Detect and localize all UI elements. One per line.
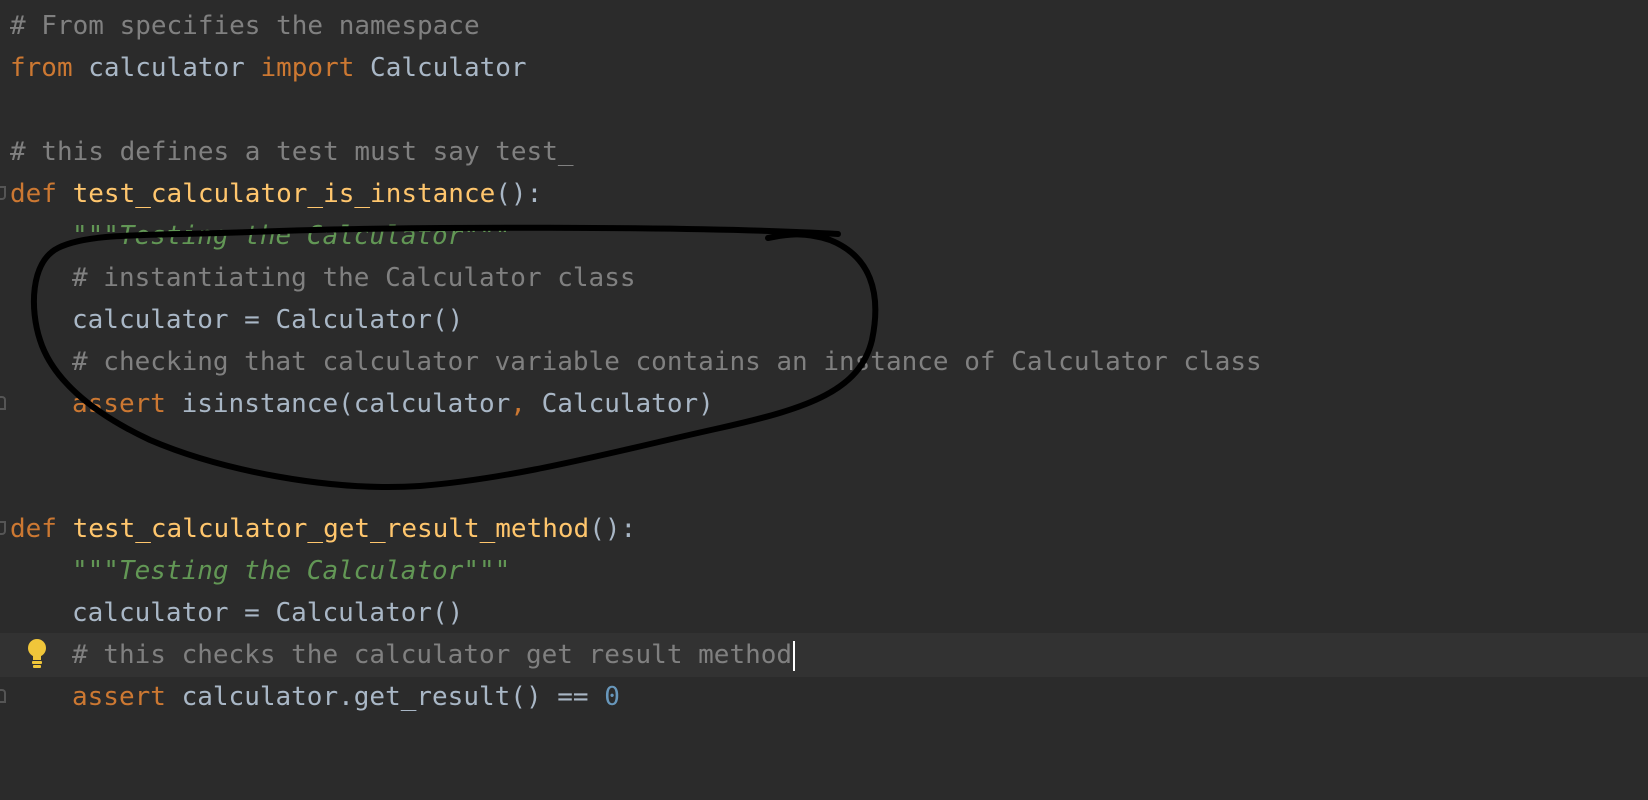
comment: # this checks the calculator get result … bbox=[72, 640, 793, 670]
comment: # From specifies the namespace bbox=[10, 11, 480, 41]
code-line-7[interactable]: # instantiating the Calculator class bbox=[0, 256, 1648, 300]
function-signature-tail: (): bbox=[495, 179, 543, 209]
code-line-4[interactable]: # this defines a test must say test_ bbox=[0, 130, 1648, 174]
docstring: """Testing the Calculator""" bbox=[72, 556, 511, 586]
code-line-14[interactable]: """Testing the Calculator""" bbox=[0, 549, 1648, 593]
code-line-9[interactable]: # checking that calculator variable cont… bbox=[0, 340, 1648, 384]
code-line-1[interactable]: # From specifies the namespace bbox=[0, 4, 1648, 48]
fold-marker-icon[interactable] bbox=[0, 186, 6, 200]
comma: , bbox=[510, 389, 526, 419]
number-literal: 0 bbox=[604, 682, 620, 712]
keyword-def: def bbox=[10, 514, 57, 544]
lightbulb-icon[interactable] bbox=[26, 637, 48, 671]
fold-end-marker-icon[interactable] bbox=[0, 689, 6, 703]
code-line-16-current[interactable]: # this checks the calculator get result … bbox=[0, 633, 1648, 677]
assignment-statement: calculator = Calculator() bbox=[72, 305, 464, 335]
docstring: """Testing the Calculator""" bbox=[72, 221, 511, 251]
keyword-import: import bbox=[260, 53, 355, 83]
keyword-from: from bbox=[10, 53, 73, 83]
code-line-15[interactable]: calculator = Calculator() bbox=[0, 591, 1648, 635]
module-name: calculator bbox=[72, 53, 261, 83]
code-editor[interactable]: # From specifies the namespace from calc… bbox=[0, 0, 1648, 800]
fold-marker-icon[interactable] bbox=[0, 521, 6, 535]
imported-name: Calculator bbox=[354, 53, 527, 83]
text-caret bbox=[793, 640, 796, 671]
assert-expression: calculator.get_result() == bbox=[165, 682, 605, 712]
keyword-assert: assert bbox=[72, 682, 166, 712]
keyword-def: def bbox=[10, 179, 57, 209]
keyword-assert: assert bbox=[72, 389, 166, 419]
code-line-13[interactable]: def test_calculator_get_result_method(): bbox=[0, 507, 1648, 551]
assignment-statement: calculator = Calculator() bbox=[72, 598, 464, 628]
fold-end-marker-icon[interactable] bbox=[0, 396, 6, 410]
code-line-17[interactable]: assert calculator.get_result() == 0 bbox=[0, 675, 1648, 719]
code-line-2[interactable]: from calculator import Calculator bbox=[0, 46, 1648, 90]
isinstance-call: isinstance(calculator bbox=[165, 389, 511, 419]
comment: # instantiating the Calculator class bbox=[72, 263, 636, 293]
code-line-6[interactable]: """Testing the Calculator""" bbox=[0, 214, 1648, 258]
code-line-8[interactable]: calculator = Calculator() bbox=[0, 298, 1648, 342]
function-name: test_calculator_get_result_method bbox=[56, 514, 590, 544]
comment: # this defines a test must say test_ bbox=[10, 137, 574, 167]
comment: # checking that calculator variable cont… bbox=[72, 347, 1262, 377]
code-line-5[interactable]: def test_calculator_is_instance(): bbox=[0, 172, 1648, 216]
function-signature-tail: (): bbox=[589, 514, 637, 544]
isinstance-arg: Calculator) bbox=[525, 389, 714, 419]
function-name: test_calculator_is_instance bbox=[56, 179, 496, 209]
code-line-10[interactable]: assert isinstance(calculator, Calculator… bbox=[0, 382, 1648, 426]
